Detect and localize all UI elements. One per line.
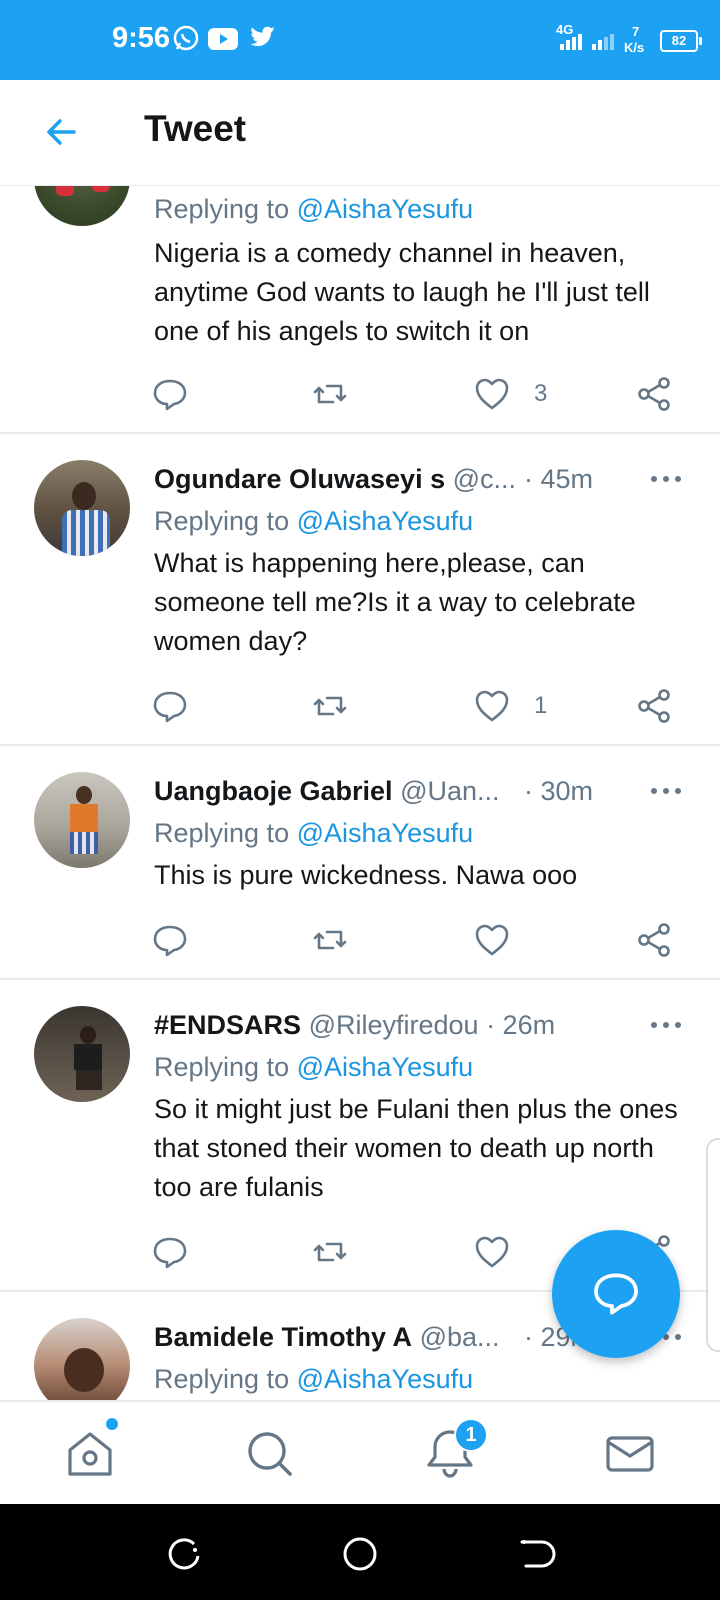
tweet-text: This is pure wickedness. Nawa ooo [154, 860, 578, 890]
more-options-icon[interactable] [648, 464, 684, 494]
avatar[interactable] [34, 1006, 130, 1102]
mention-link[interactable]: @AishaYesufu [297, 506, 474, 536]
system-nav-bar [0, 1504, 720, 1600]
tweet-text: So it might just be Fulani then plus the… [154, 1094, 678, 1202]
tweet-item[interactable]: Replying to @AishaYesufu Nigeria is a co… [0, 186, 720, 434]
tweet-header: Uangbaoje Gabriel @Uan... [154, 776, 674, 812]
retweet-icon[interactable] [312, 688, 352, 728]
tweet-item[interactable]: Ogundare Oluwaseyi s @c... · 45m Replyin… [0, 434, 720, 746]
reply-icon[interactable] [152, 922, 192, 962]
back-arrow-icon[interactable] [40, 110, 84, 154]
twitter-icon [250, 26, 275, 47]
handle[interactable]: @Rileyfiredou [309, 1010, 479, 1040]
tweet-time: · 45m [524, 464, 594, 494]
handle[interactable]: @ba... [420, 1322, 500, 1352]
mention-link[interactable]: @AishaYesufu [297, 818, 474, 848]
share-icon[interactable] [636, 922, 676, 962]
messages-icon[interactable] [600, 1424, 660, 1484]
reply-feed[interactable]: Replying to @AishaYesufu Nigeria is a co… [0, 186, 720, 1400]
notifications-badge: 1 [454, 1418, 488, 1452]
status-bar: 9:56 4G 7 K/s 82 [0, 0, 720, 80]
like-icon[interactable] [474, 922, 514, 962]
avatar[interactable] [34, 1318, 130, 1400]
youtube-icon [208, 28, 238, 50]
replying-to: Replying to @AishaYesufu [154, 194, 474, 224]
tweet-time: · 30m [524, 776, 594, 806]
display-name[interactable]: #ENDSARS [154, 1010, 301, 1040]
share-icon[interactable] [636, 688, 676, 728]
retweet-icon[interactable] [312, 1234, 352, 1274]
tweet-actions: 3 [0, 376, 720, 416]
avatar[interactable] [34, 186, 130, 226]
tweet-header: #ENDSARS @Rileyfiredou · 26m [154, 1010, 674, 1046]
home-circle-icon[interactable] [340, 1534, 380, 1574]
retweet-icon[interactable] [312, 376, 352, 416]
replying-to: Replying to @AishaYesufu [154, 1052, 474, 1082]
reply-icon[interactable] [152, 688, 192, 728]
retweet-icon[interactable] [312, 922, 352, 962]
recent-apps-icon[interactable] [164, 1534, 204, 1574]
back-nav-icon[interactable] [516, 1534, 556, 1574]
display-name[interactable]: Bamidele Timothy A [154, 1322, 412, 1352]
tweet-text: What is happening here,please, can someo… [154, 548, 636, 656]
mention-link[interactable]: @AishaYesufu [297, 1364, 474, 1394]
replying-to: Replying to @AishaYesufu [154, 818, 474, 848]
home-icon[interactable] [60, 1424, 120, 1484]
mention-link[interactable]: @AishaYesufu [297, 1052, 474, 1082]
mention-link[interactable]: @AishaYesufu [297, 194, 474, 224]
page-title: Tweet [144, 108, 247, 149]
tweet-header: Ogundare Oluwaseyi s @c... [154, 464, 674, 500]
home-new-content-dot [104, 1416, 120, 1432]
like-count: 3 [534, 380, 548, 407]
handle[interactable]: @c... [453, 464, 516, 494]
signal-icon [560, 34, 582, 50]
like-icon[interactable] [474, 376, 514, 416]
reply-icon[interactable] [152, 376, 192, 416]
share-icon[interactable] [636, 376, 676, 416]
reply-icon[interactable] [152, 1234, 192, 1274]
battery-icon: 82 [660, 30, 702, 52]
tweet-text: Nigeria is a comedy channel in heaven, a… [154, 238, 650, 346]
display-name[interactable]: Ogundare Oluwaseyi s [154, 464, 445, 494]
whatsapp-icon [173, 25, 199, 51]
avatar[interactable] [34, 772, 130, 868]
display-name[interactable]: Uangbaoje Gabriel [154, 776, 393, 806]
chat-bubble-icon [594, 1273, 638, 1315]
more-options-icon[interactable] [648, 1010, 684, 1040]
replying-to: Replying to @AishaYesufu [154, 506, 474, 536]
net-speed-value: 7 [632, 24, 640, 39]
tweet-actions: 1 [0, 688, 720, 728]
replying-to: Replying to @AishaYesufu [154, 1364, 474, 1394]
more-options-icon[interactable] [648, 776, 684, 806]
like-icon[interactable] [474, 1234, 514, 1274]
status-time: 9:56 [112, 22, 171, 54]
search-icon[interactable] [240, 1424, 300, 1484]
side-panel-handle[interactable] [706, 1138, 720, 1352]
tweet-actions [0, 922, 720, 962]
signal-2-icon [592, 34, 614, 50]
handle[interactable]: @Uan... [400, 776, 499, 806]
net-speed-unit: K/s [624, 40, 645, 55]
app-header: Tweet [0, 80, 720, 186]
tweet-item[interactable]: Uangbaoje Gabriel @Uan... · 30m Replying… [0, 746, 720, 980]
compose-reply-button[interactable] [552, 1230, 680, 1358]
like-icon[interactable] [474, 688, 514, 728]
tweet-time: · 26m [486, 1010, 556, 1040]
like-count: 1 [534, 692, 548, 719]
avatar[interactable] [34, 460, 130, 556]
